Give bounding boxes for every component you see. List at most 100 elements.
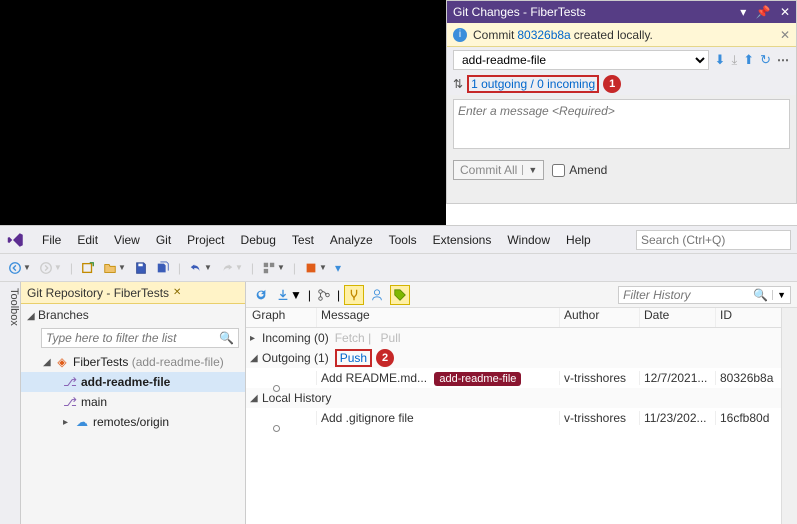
new-project-icon[interactable] — [79, 259, 97, 277]
history-columns: Graph Message Author Date ID — [246, 308, 781, 328]
open-icon[interactable]: ▼ — [101, 259, 128, 277]
fetch-tool-icon[interactable]: ▼ — [274, 286, 304, 304]
menu-extensions[interactable]: Extensions — [425, 233, 500, 247]
incoming-section[interactable]: ▸ Incoming (0) Fetch | Pull — [246, 328, 781, 348]
col-graph[interactable]: Graph — [246, 308, 316, 327]
pull-link[interactable]: Pull — [381, 331, 401, 345]
info-close-icon[interactable]: ✕ — [780, 28, 790, 42]
menu-debug[interactable]: Debug — [233, 233, 284, 247]
outgoing-incoming-link[interactable]: 1 outgoing / 0 incoming — [467, 75, 599, 93]
col-id[interactable]: ID — [715, 308, 781, 327]
local-history-section[interactable]: ◢ Local History — [246, 388, 781, 408]
filter-dropdown-icon[interactable]: ▼ — [772, 290, 790, 300]
menu-help[interactable]: Help — [558, 233, 599, 247]
commit-row: Commit All ▼ Amend — [447, 156, 796, 184]
commit-message-input[interactable] — [453, 99, 790, 149]
amend-checkbox-label[interactable]: Amend — [552, 163, 607, 177]
search-input[interactable] — [636, 230, 791, 250]
info-bar: i Commit 80326b8a created locally. ✕ — [447, 23, 796, 47]
push-link[interactable]: Push — [335, 349, 372, 367]
separator: | — [293, 261, 296, 275]
tag-filter-icon[interactable] — [390, 285, 410, 305]
tree-remotes[interactable]: ▸ ☁ remotes/origin — [21, 412, 245, 432]
close-icon[interactable]: ✕ — [780, 5, 790, 19]
menu-analyze[interactable]: Analyze — [322, 233, 381, 247]
history-filter-input[interactable] — [619, 287, 749, 303]
search-icon[interactable]: 🔍 — [215, 331, 238, 345]
branch-graph-icon[interactable] — [315, 286, 333, 304]
callout-2: 2 — [376, 349, 394, 367]
window-menu-icon[interactable]: ▾ — [740, 5, 746, 19]
scrollbar[interactable] — [781, 308, 797, 524]
pin-icon[interactable]: 📌 — [756, 5, 771, 19]
push-icon[interactable]: ⬆ — [743, 52, 754, 68]
sync-icon[interactable]: ↻ — [760, 52, 771, 68]
tree-repo-node[interactable]: ◢ ◈ FiberTests (add-readme-file) — [21, 352, 245, 372]
git-repo-tab-label: Git Repository - FiberTests — [27, 286, 169, 300]
outgoing-section[interactable]: ◢ Outgoing (1) Push 2 — [246, 348, 781, 368]
history-filter: 🔍 ▼ — [618, 286, 791, 304]
fetch-icon[interactable]: ⬇ — [715, 52, 726, 68]
commit-all-button[interactable]: Commit All ▼ — [453, 160, 544, 180]
git-changes-title: Git Changes - FiberTests — [453, 5, 734, 19]
save-all-icon[interactable] — [154, 259, 172, 277]
menu-project[interactable]: Project — [179, 233, 232, 247]
callout-1: 1 — [603, 75, 621, 93]
redo-icon[interactable]: ▼ — [218, 259, 245, 277]
cloud-icon: ☁ — [75, 415, 89, 429]
commit-row-outgoing[interactable]: Add README.md... add-readme-file v-triss… — [246, 368, 781, 388]
save-icon[interactable] — [132, 259, 150, 277]
commit-dropdown-icon[interactable]: ▼ — [522, 165, 537, 175]
nav-back-icon[interactable]: ▼ — [6, 259, 33, 277]
branches-header[interactable]: ◢ Branches — [21, 304, 245, 326]
quick-search — [636, 230, 791, 250]
refresh-icon[interactable] — [252, 286, 270, 304]
branch-selector-row: add-readme-file ⬇ ⤓ ⬆ ↻ ⋯ — [447, 47, 796, 73]
nav-fwd-icon[interactable]: ▼ — [37, 259, 64, 277]
branch-filter: 🔍 — [41, 328, 239, 348]
menu-git[interactable]: Git — [148, 233, 179, 247]
toolbox-tab[interactable]: Toolbox — [0, 282, 21, 524]
menu-edit[interactable]: Edit — [69, 233, 106, 247]
more-icon[interactable]: ⋯ — [777, 53, 790, 67]
search-icon[interactable]: 🔍 — [749, 288, 772, 302]
pull-icon[interactable]: ⤓ — [731, 52, 737, 68]
swap-icon: ⇅ — [453, 77, 463, 91]
branch-select[interactable]: add-readme-file — [453, 50, 709, 70]
menu-test[interactable]: Test — [284, 233, 322, 247]
tree-branch-add-readme[interactable]: ⎇ add-readme-file — [21, 372, 245, 392]
merge-icon[interactable] — [344, 285, 364, 305]
undo-icon[interactable]: ▼ — [187, 259, 214, 277]
solution-config-icon[interactable]: ▼ — [260, 259, 287, 277]
amend-checkbox[interactable] — [552, 164, 565, 177]
menu-tools[interactable]: Tools — [381, 233, 425, 247]
menu-file[interactable]: File — [34, 233, 69, 247]
info-text-suffix: created locally. — [574, 28, 653, 42]
toolbar-dropdown-icon[interactable]: ▾ — [333, 259, 343, 277]
tab-close-icon[interactable]: ✕ — [173, 287, 181, 298]
menu-window[interactable]: Window — [499, 233, 558, 247]
extensions-icon[interactable]: ▼ — [302, 259, 329, 277]
git-repo-tab[interactable]: Git Repository - FiberTests ✕ — [21, 282, 245, 304]
filter-author-icon[interactable] — [368, 286, 386, 304]
col-date[interactable]: Date — [639, 308, 715, 327]
separator: | — [70, 261, 73, 275]
info-commit-link[interactable]: 80326b8a — [517, 28, 570, 42]
commit-row-local[interactable]: Add .gitignore file v-trisshores 11/23/2… — [246, 408, 781, 428]
app-window: File Edit View Git Project Debug Test An… — [0, 225, 797, 523]
fetch-link[interactable]: Fetch — [335, 331, 365, 345]
tree-branch-main[interactable]: ⎇ main — [21, 392, 245, 412]
col-author[interactable]: Author — [559, 308, 639, 327]
editor-blank-area — [0, 0, 446, 225]
vs-logo-icon — [6, 230, 26, 250]
separator: | — [178, 261, 181, 275]
col-message[interactable]: Message — [316, 308, 559, 327]
branch-icon: ⎇ — [63, 375, 77, 389]
menu-view[interactable]: View — [106, 233, 148, 247]
info-text-prefix: Commit — [473, 28, 514, 42]
branch-filter-input[interactable] — [42, 329, 215, 347]
git-changes-titlebar[interactable]: Git Changes - FiberTests ▾ 📌 ✕ — [447, 1, 796, 23]
menu-bar: File Edit View Git Project Debug Test An… — [0, 226, 797, 254]
info-icon: i — [453, 28, 467, 42]
branch-icon: ⎇ — [63, 395, 77, 409]
